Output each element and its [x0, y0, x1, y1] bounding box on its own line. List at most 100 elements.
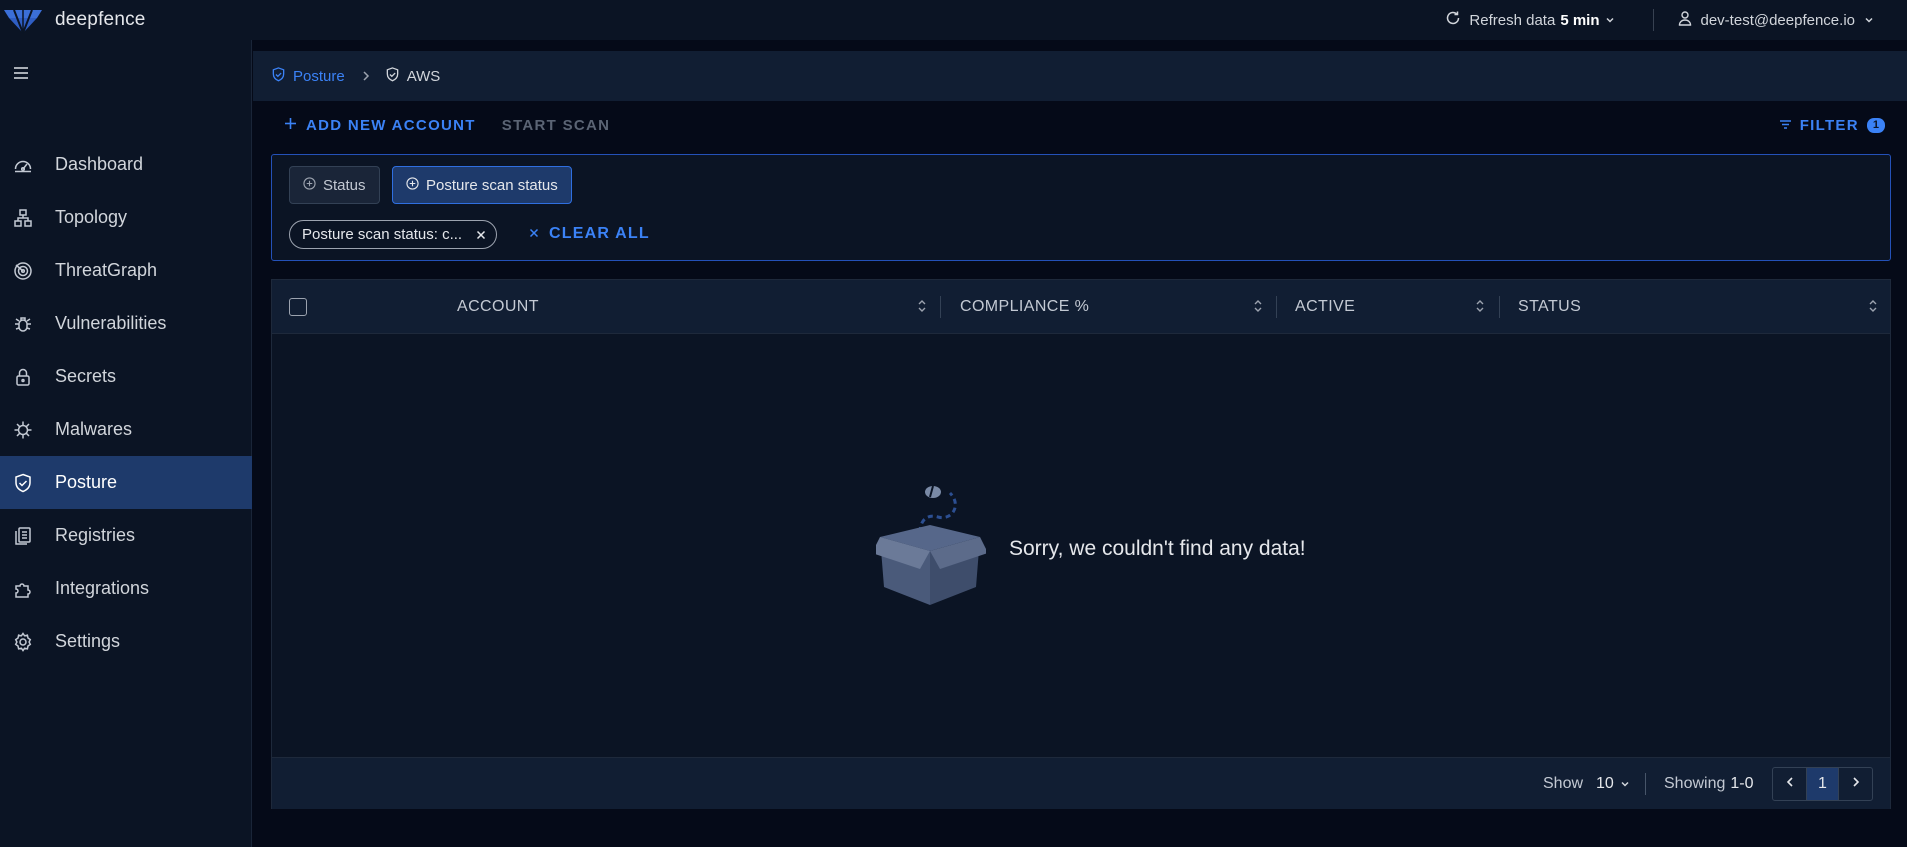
sidebar-item-topology[interactable]: Topology	[0, 191, 252, 244]
filter-count-badge: 1	[1866, 118, 1885, 133]
plus-circle-icon	[303, 176, 323, 194]
bug-icon	[12, 313, 34, 335]
refresh-icon	[1445, 10, 1469, 30]
sidebar-item-label: Posture	[55, 472, 118, 492]
shield-check-icon	[271, 66, 293, 86]
sidebar-item-malwares[interactable]: Malwares	[0, 403, 252, 456]
column-label: STATUS	[1518, 298, 1582, 315]
deepfence-logo-icon	[4, 6, 42, 34]
accounts-table: ACCOUNT COMPLIANCE % ACTIVE STATUS Sorry…	[271, 279, 1891, 809]
table-header: ACCOUNT COMPLIANCE % ACTIVE STATUS	[272, 280, 1890, 334]
sort-icon[interactable]	[1868, 297, 1878, 320]
sidebar-item-integrations[interactable]: Integrations	[0, 562, 252, 615]
puzzle-icon	[12, 578, 34, 600]
breadcrumb-item-posture[interactable]: Posture	[271, 66, 345, 86]
sidebar-item-label: Topology	[55, 207, 128, 227]
previous-page-button[interactable]	[1773, 768, 1806, 800]
divider	[1652, 9, 1654, 31]
empty-state-message: Sorry, we couldn't find any data!	[1009, 537, 1306, 560]
show-label: Show	[1543, 775, 1584, 792]
sidebar-item-posture[interactable]: Posture	[0, 456, 252, 509]
action-bar: ADD NEW ACCOUNT START SCAN	[284, 117, 610, 134]
sort-icon[interactable]	[1475, 297, 1485, 320]
user-menu[interactable]: dev-test@deepfence.io	[1677, 10, 1883, 30]
start-scan-label: START SCAN	[501, 117, 611, 134]
sidebar-item-label: Dashboard	[55, 154, 144, 174]
chevron-right-icon	[361, 70, 371, 82]
sidebar-item-label: Malwares	[55, 419, 133, 439]
dashboard-icon	[12, 154, 34, 176]
chevron-down-icon	[1605, 12, 1623, 29]
showing-label: Showing	[1664, 775, 1726, 792]
column-header-status[interactable]: STATUS	[1518, 280, 1581, 334]
column-header-compliance[interactable]: COMPLIANCE %	[960, 280, 1089, 334]
clear-all-button[interactable]: CLEAR ALL	[529, 225, 650, 243]
applied-filter-tag: Posture scan status: c...	[289, 220, 498, 249]
applied-filter-label: Posture scan status: c...	[302, 226, 463, 243]
add-new-account-label: ADD NEW ACCOUNT	[306, 117, 476, 134]
sidebar-item-vulnerabilities[interactable]: Vulnerabilities	[0, 297, 252, 350]
breadcrumb-link: Posture	[293, 67, 345, 85]
shield-check-icon	[12, 472, 34, 494]
page-button-current[interactable]: 1	[1806, 768, 1839, 800]
empty-state: Sorry, we couldn't find any data!	[272, 334, 1890, 757]
filter-icon	[1779, 117, 1800, 134]
breadcrumb: Posture AWS	[253, 51, 1907, 101]
user-icon	[1677, 10, 1701, 30]
sidebar: Dashboard Topology ThreatGraph Vulnerabi…	[0, 40, 252, 847]
breadcrumb-current: AWS	[406, 67, 441, 85]
page-size-selector[interactable]: Show 10	[1543, 758, 1630, 810]
sidebar-item-dashboard[interactable]: Dashboard	[0, 138, 252, 191]
sidebar-item-secrets[interactable]: Secrets	[0, 350, 252, 403]
remove-filter-icon[interactable]	[476, 230, 486, 240]
filter-button[interactable]: FILTER 1	[1779, 117, 1885, 134]
refresh-data-dropdown[interactable]: Refresh data 5 min	[1445, 10, 1622, 30]
sidebar-item-label: Vulnerabilities	[55, 313, 167, 333]
status-filter-chip[interactable]: Status	[289, 166, 380, 204]
pagination: 1	[1772, 767, 1873, 801]
start-scan-button[interactable]: START SCAN	[502, 117, 611, 134]
clear-all-label: CLEAR ALL	[549, 225, 650, 242]
chevron-down-icon	[1620, 779, 1630, 789]
divider	[1645, 773, 1646, 795]
brand-name: deepfence	[55, 9, 146, 30]
table-footer: Show 10 Showing 1-0 1	[272, 757, 1890, 809]
threatgraph-icon	[12, 260, 34, 282]
sidebar-item-label: Registries	[55, 525, 136, 545]
lock-icon	[12, 366, 34, 388]
page-size-value: 10	[1596, 775, 1630, 793]
column-divider	[1499, 296, 1500, 318]
top-bar: deepfence Refresh data 5 min dev-test@de…	[0, 0, 1907, 40]
select-all-checkbox[interactable]	[289, 298, 307, 316]
sidebar-item-threatgraph[interactable]: ThreatGraph	[0, 244, 252, 297]
chevron-right-icon	[1851, 775, 1861, 793]
next-page-button[interactable]	[1839, 768, 1872, 800]
refresh-value: 5 min	[1560, 11, 1600, 29]
sidebar-item-label: Integrations	[55, 578, 150, 598]
filter-panel: Status Posture scan status Posture scan …	[271, 154, 1891, 261]
column-header-active[interactable]: ACTIVE	[1295, 280, 1355, 334]
empty-box-icon	[872, 483, 988, 612]
column-label: COMPLIANCE %	[960, 298, 1090, 315]
posture-scan-status-filter-chip[interactable]: Posture scan status	[392, 166, 572, 204]
sidebar-item-registries[interactable]: Registries	[0, 509, 252, 562]
filter-label: FILTER	[1799, 117, 1859, 134]
sidebar-item-label: Secrets	[55, 366, 117, 386]
hamburger-menu-icon[interactable]	[12, 64, 32, 84]
column-header-account[interactable]: ACCOUNT	[457, 280, 539, 334]
breadcrumb-item-aws: AWS	[385, 66, 441, 86]
add-new-account-button[interactable]: ADD NEW ACCOUNT	[284, 117, 476, 134]
sort-icon[interactable]	[1253, 297, 1263, 320]
chip-label: Status	[323, 176, 366, 194]
brand[interactable]: deepfence	[4, 6, 146, 34]
chevron-down-icon	[1864, 12, 1882, 29]
shield-check-icon	[385, 66, 407, 86]
chevron-left-icon	[1785, 775, 1795, 793]
user-email: dev-test@deepfence.io	[1700, 11, 1856, 29]
page-size-number: 10	[1596, 775, 1614, 792]
sidebar-nav: Dashboard Topology ThreatGraph Vulnerabi…	[0, 138, 252, 668]
column-label: ACTIVE	[1295, 298, 1356, 315]
virus-icon	[12, 419, 34, 441]
sidebar-item-settings[interactable]: Settings	[0, 615, 252, 668]
sort-icon[interactable]	[917, 297, 927, 320]
